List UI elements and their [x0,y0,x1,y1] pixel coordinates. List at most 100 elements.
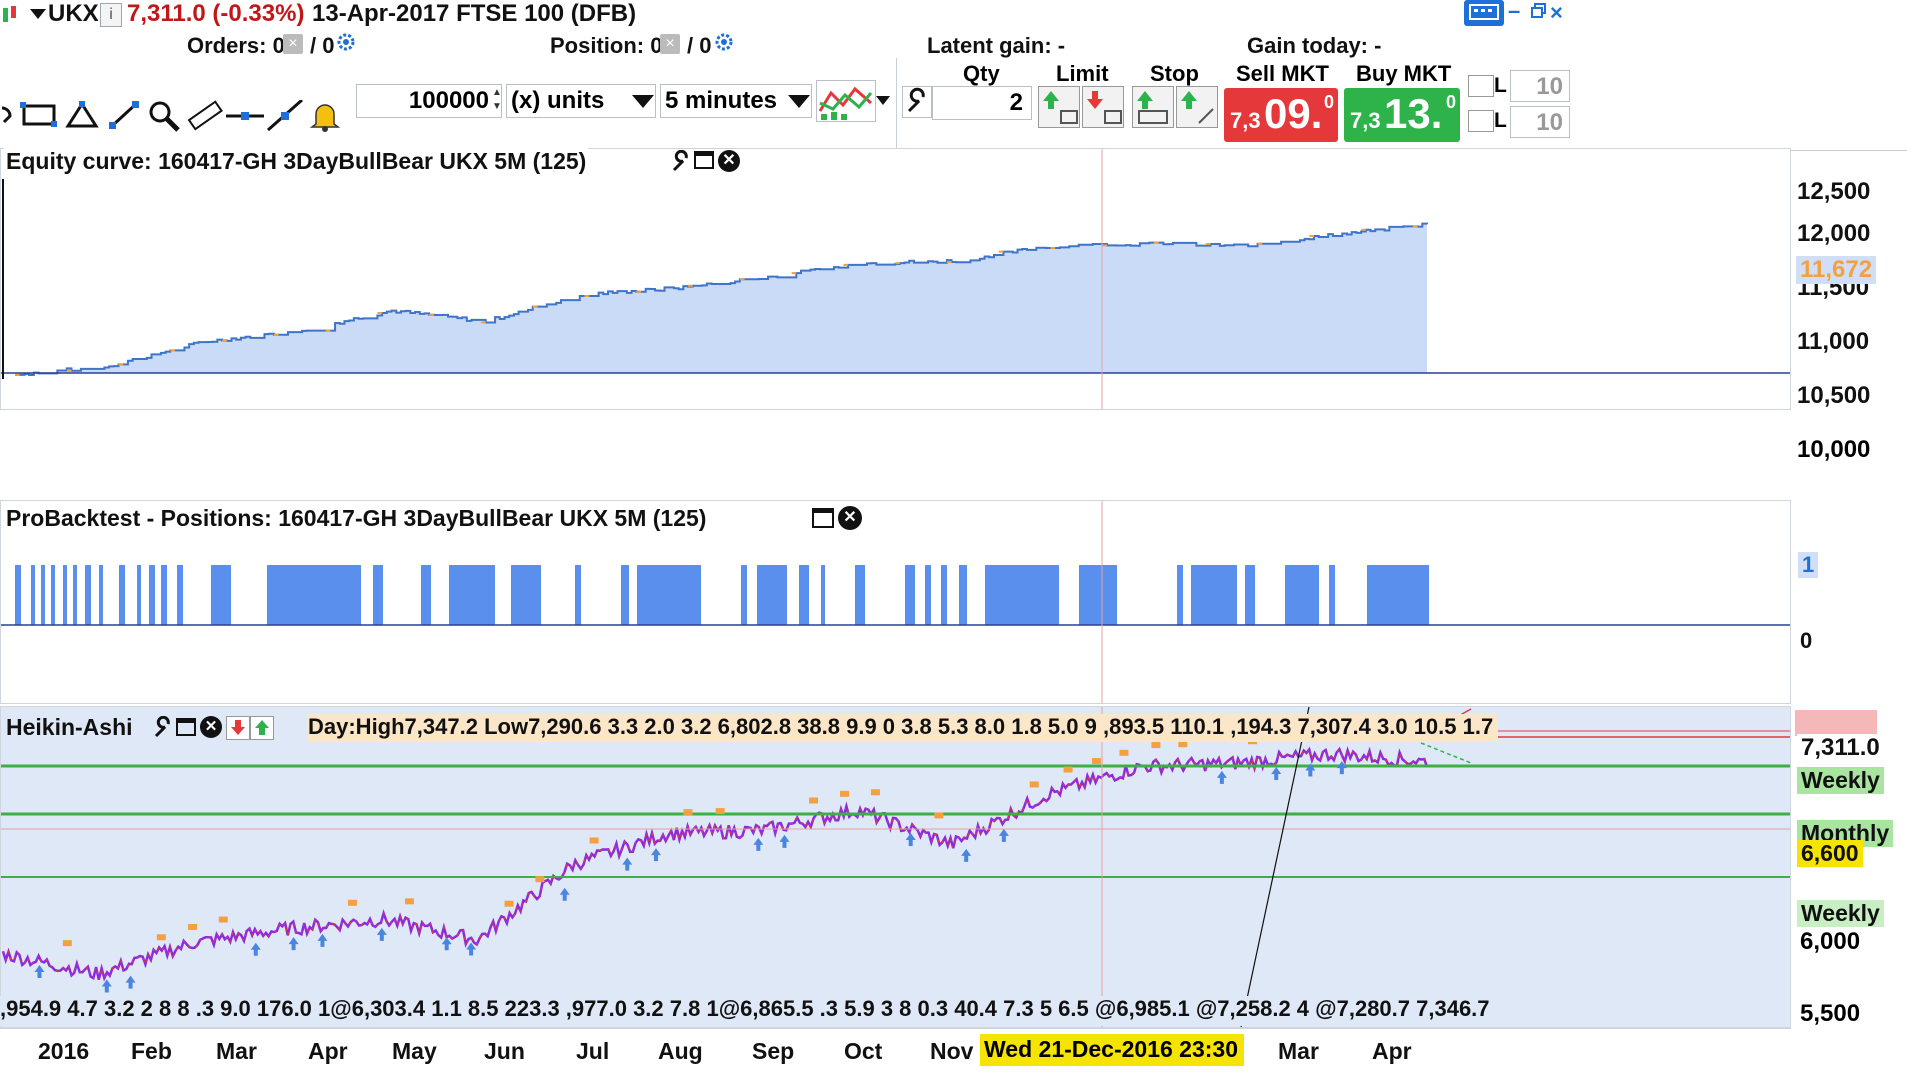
sell-signal-marker [589,837,599,844]
sell-signal-marker [504,900,514,907]
close-window-icon[interactable]: × [1550,0,1570,25]
sell-market-button[interactable]: 7,3 09. 0 [1224,88,1338,142]
line-tool-icon[interactable] [106,100,146,146]
restore-icon[interactable] [1530,2,1548,20]
limit-buy-icon[interactable] [1038,86,1080,128]
price-info-overlay: Day:High7,347.2 Low7,290.6 3.3 2.0 3.2 6… [308,714,1498,742]
heikin-ashi-line [1,746,1429,982]
equity-settings-icon[interactable] [670,149,692,172]
price-bottom-strip: ,954.9 4.7 3.2 2 8 8 .3 9.0 176.0 1@6,30… [0,996,1740,1026]
sell-order-icon[interactable] [226,716,250,740]
wrench-icon[interactable] [902,86,932,118]
price-close-icon[interactable]: ✕ [200,716,222,738]
symbol-label[interactable]: UKX [48,0,99,28]
quantity-input[interactable]: 100000 [356,84,502,118]
buy-label: Buy MKT [1356,61,1452,86]
indicators-icon[interactable] [816,80,876,122]
position-bar [575,565,581,625]
position-bar [511,565,541,625]
limit-sell-icon[interactable] [1082,86,1124,128]
position-bar [63,565,67,625]
x-axis-label: Sep [752,1038,795,1064]
s-input[interactable]: 10 [1510,70,1570,102]
positions-title-text: ProBacktest - Positions: 160417-GH 3DayB… [6,505,707,531]
trend-line-icon[interactable] [266,98,306,146]
buy-signal-marker [998,828,1009,842]
buy-market-button[interactable]: 7,3 13. 0 [1344,88,1460,142]
buy-price-prefix: 7,3 [1350,108,1381,133]
equity-maximize-icon[interactable] [694,151,714,169]
buy-signal-marker [466,942,477,956]
quantity-stepper[interactable]: ▲ ▼ [492,86,502,116]
position-bar [821,565,825,625]
cursor-date-label: Wed 21-Dec-2016 23:30 [980,1034,1244,1066]
stop-label: Stop [1150,61,1199,86]
l-checkbox[interactable] [1468,110,1494,132]
sell-price-prefix: 7,3 [1230,108,1261,133]
position-bar [51,565,55,625]
orders-label: Orders: 0 [187,33,285,58]
buy-order-icon[interactable] [250,716,274,740]
ruler-icon[interactable] [186,100,226,146]
position-bar [925,565,931,625]
position-bar [1285,565,1319,625]
position-bar [99,565,103,625]
s-checkbox[interactable] [1468,75,1494,97]
price-settings-icon[interactable] [152,715,174,738]
positions-maximize-icon[interactable] [812,508,834,528]
minimize-icon[interactable]: – [1508,0,1528,22]
s-label: L [1494,74,1507,97]
position-bar [757,565,787,625]
price-y-tick-5500: 5,500 [1800,1000,1861,1027]
stop-sell-icon[interactable] [1132,86,1174,128]
position-label: Position: 0 [550,33,663,58]
triangle-tool-icon[interactable] [64,100,104,146]
position-zero: / 0 [687,33,712,58]
close-position-icon[interactable]: × [660,34,680,54]
positions-title: ProBacktest - Positions: 160417-GH 3DayB… [4,505,709,533]
price-maximize-icon[interactable] [176,718,196,736]
sell-signal-marker [840,790,850,797]
equity-close-icon[interactable]: ✕ [718,150,740,172]
rectangle-tool-icon[interactable] [20,100,60,146]
info-icon[interactable]: i [100,3,122,27]
position-bar [621,565,629,625]
interval-dropdown-icon[interactable] [788,95,810,108]
buy-signal-marker [651,848,662,862]
price-y-tick-6000: 6,000 [1800,928,1861,955]
buy-signal-marker [288,937,299,951]
position-bar [1177,565,1183,625]
zoom-icon[interactable] [146,100,186,146]
alert-bell-icon[interactable] [306,100,346,146]
chart-style-icon[interactable] [0,4,20,26]
position-bar [905,565,915,625]
positions-close-icon[interactable]: ✕ [838,506,862,530]
buy-price-sup: 0 [1446,92,1457,112]
x-axis-label: Jul [576,1038,610,1064]
stop-buy-icon[interactable] [1176,86,1218,128]
equity-y-tick: 10,500 [1797,382,1871,409]
qty-input[interactable]: 2 [932,86,1032,120]
latent-gain: Latent gain: - [927,33,1066,58]
horizontal-line-icon[interactable] [226,100,266,146]
buy-signal-marker [125,975,136,989]
cancel-orders-icon[interactable]: × [283,34,303,54]
keyboard-icon[interactable] [1464,0,1504,26]
buy-price-big: 13. [1384,90,1443,137]
symbol-dropdown-icon[interactable] [30,9,46,19]
orders-gear-icon[interactable] [336,32,358,54]
sell-signal-marker [715,808,725,815]
sell-signal-marker [535,876,545,883]
position-bar [373,565,383,625]
units-dropdown-icon[interactable] [632,95,654,108]
indicators-dropdown-icon[interactable] [876,96,890,105]
equity-chart [1,149,1790,409]
position-bar [1191,565,1237,625]
l-input[interactable]: 10 [1510,106,1570,138]
position-gear-icon[interactable] [714,32,736,54]
price-title: Heikin-Ashi [4,714,135,742]
x-axis-label: Apr [308,1038,348,1064]
l-label: L [1494,109,1507,132]
weekly-level-label: Weekly [1797,767,1884,794]
position-bar [1079,565,1117,625]
